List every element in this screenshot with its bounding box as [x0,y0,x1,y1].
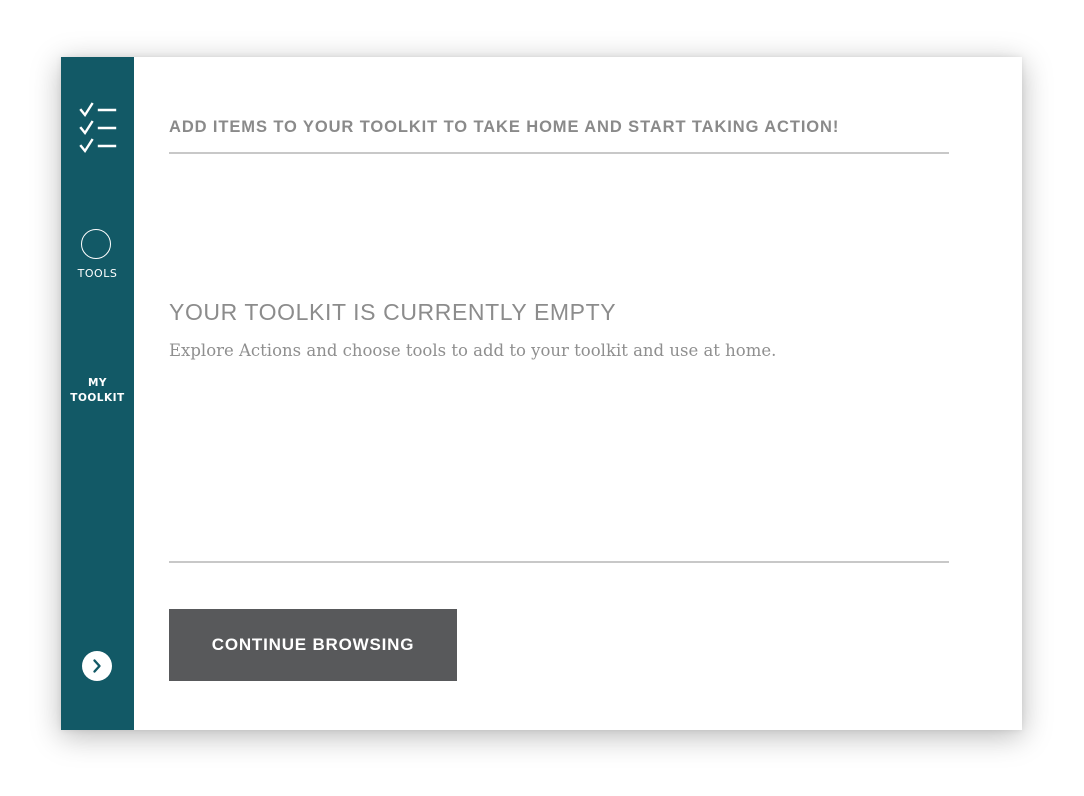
footer-divider [169,561,949,563]
continue-browsing-button[interactable]: CONTINUE BROWSING [169,609,457,681]
sidebar: TOOLS MY TOOLKIT [61,57,134,730]
expand-sidebar-button[interactable] [82,651,112,681]
circle-icon [81,229,111,259]
my-toolkit-label-line1: MY [87,377,108,389]
checklist-icon[interactable] [78,101,118,157]
toolkit-content: ADD ITEMS TO YOUR TOOLKIT TO TAKE HOME A… [169,57,949,730]
toolkit-panel: TOOLS MY TOOLKIT ADD ITEMS TO YOUR TOOLK… [61,57,1022,730]
sidebar-item-tools[interactable]: TOOLS [61,229,134,285]
sidebar-item-my-toolkit-label: MY TOOLKIT [61,376,134,406]
sidebar-item-tools-label: TOOLS [77,267,118,280]
sidebar-item-my-toolkit[interactable]: MY TOOLKIT [61,376,134,408]
my-toolkit-label-line2: TOOLKIT [70,392,125,404]
header-divider [169,152,949,154]
empty-state-title: YOUR TOOLKIT IS CURRENTLY EMPTY [169,299,617,325]
empty-state-description: Explore Actions and choose tools to add … [169,341,777,360]
page-title: ADD ITEMS TO YOUR TOOLKIT TO TAKE HOME A… [169,118,840,136]
chevron-right-icon [93,659,101,673]
